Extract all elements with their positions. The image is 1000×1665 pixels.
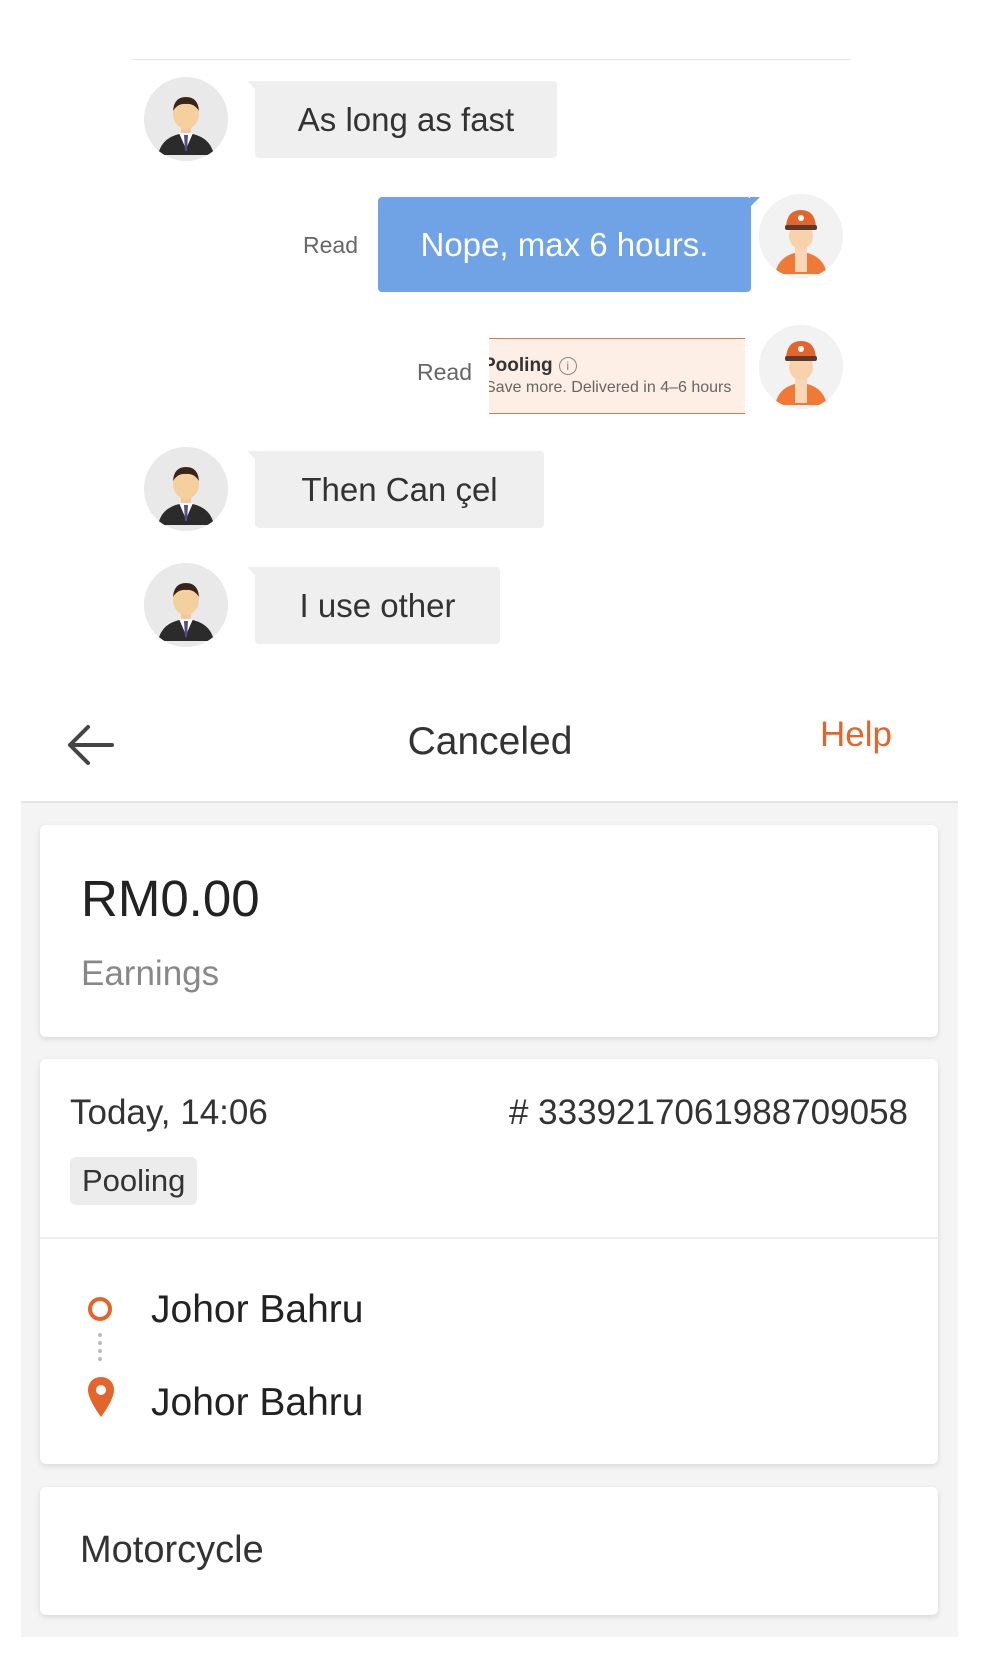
- service-card-description: Save more. Delivered in 4–6 hours: [489, 379, 732, 396]
- arrow-left-icon: [68, 725, 114, 765]
- service-card-title: Pooling i: [489, 355, 577, 377]
- card-divider: [40, 1237, 938, 1239]
- chat-top-divider: [131, 59, 851, 60]
- order-number: # 3339217061988709058: [508, 1093, 908, 1132]
- message-bubble-outgoing[interactable]: Nope, max 6 hours.: [378, 197, 760, 292]
- message-bubble-incoming[interactable]: As long as fast: [247, 81, 557, 158]
- card-title-text: Pooling: [489, 355, 553, 376]
- customer-avatar[interactable]: [144, 447, 228, 531]
- back-button[interactable]: [62, 720, 118, 770]
- message-bubble-incoming[interactable]: I use other: [247, 567, 500, 644]
- info-icon: i: [558, 356, 577, 375]
- pickup-location: Johor Bahru: [151, 1288, 364, 1331]
- customer-avatar[interactable]: [144, 77, 228, 161]
- service-card-message[interactable]: Pooling i Save more. Delivered in 4–6 hou…: [489, 338, 745, 414]
- vehicle-type: Motorcycle: [80, 1529, 264, 1571]
- courier-icon: [759, 325, 843, 409]
- read-status: Read: [303, 232, 358, 258]
- courier-icon: [759, 194, 843, 278]
- message-text: As long as fast: [297, 100, 515, 138]
- help-link[interactable]: Help: [820, 715, 892, 755]
- order-time: Today, 14:06: [70, 1093, 268, 1132]
- map-pin-icon: [88, 1377, 114, 1417]
- vehicle-card: Motorcycle: [40, 1487, 938, 1615]
- person-icon: [144, 77, 228, 161]
- person-icon: [144, 563, 228, 647]
- page-title: Canceled: [407, 720, 573, 763]
- earnings-amount: RM0.00: [81, 870, 260, 927]
- service-tag: Pooling: [70, 1157, 198, 1205]
- driver-avatar[interactable]: [759, 325, 843, 409]
- earnings-label: Earnings: [81, 954, 220, 993]
- earnings-card: RM0.00 Earnings: [40, 825, 938, 1037]
- read-status: Read: [417, 359, 472, 385]
- driver-avatar[interactable]: [759, 194, 843, 278]
- dropoff-location: Johor Bahru: [151, 1381, 364, 1424]
- message-text: Nope, max 6 hours.: [420, 225, 709, 263]
- customer-avatar[interactable]: [144, 563, 228, 647]
- person-icon: [144, 447, 228, 531]
- message-text: Then Can çel: [301, 470, 498, 508]
- order-details-card: Today, 14:06 # 3339217061988709058 Pooli…: [40, 1059, 938, 1464]
- message-text: I use other: [299, 586, 456, 624]
- message-bubble-incoming[interactable]: Then Can çel: [247, 451, 544, 528]
